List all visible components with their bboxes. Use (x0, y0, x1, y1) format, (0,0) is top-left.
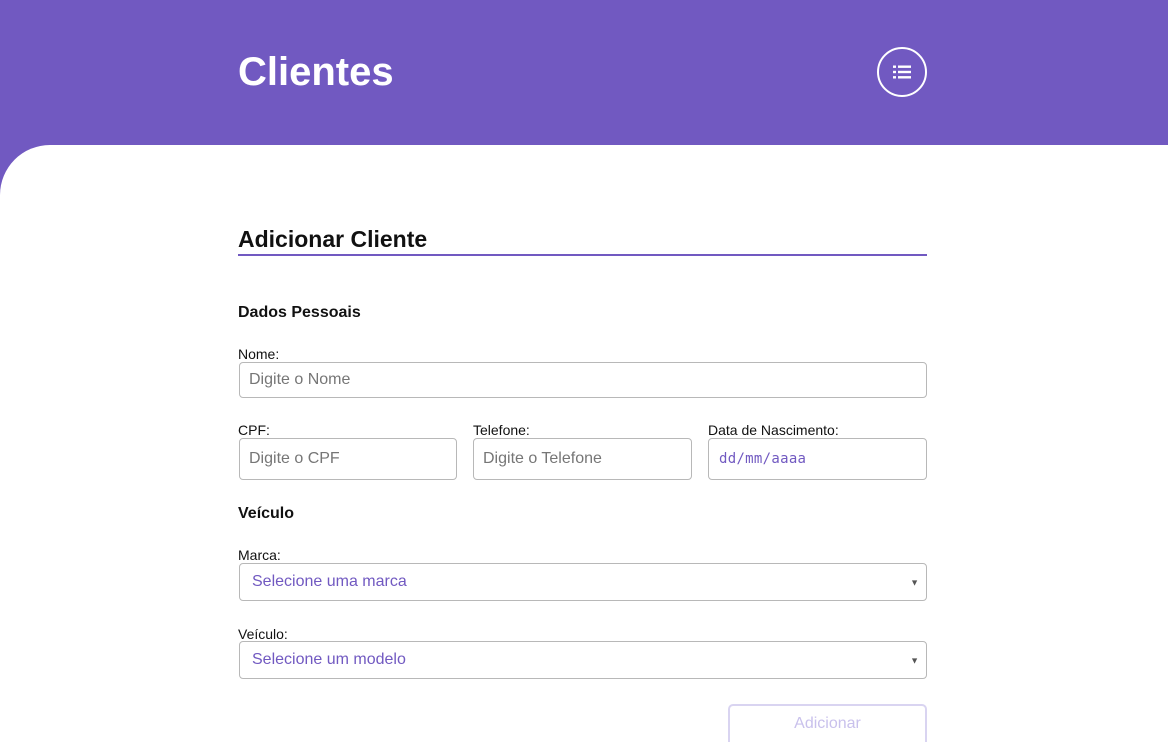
chevron-down-icon: ▼ (910, 655, 919, 666)
model-label: Veículo: (238, 626, 288, 642)
list-icon (893, 65, 911, 79)
add-client-button[interactable]: Adicionar (728, 704, 927, 742)
header: Clientes (0, 0, 1168, 145)
form-title: Adicionar Cliente (238, 225, 927, 256)
model-select-value: Selecione um modelo (252, 651, 406, 668)
page-title: Clientes (238, 50, 394, 94)
model-select[interactable]: Selecione um modelo ▼ (239, 641, 927, 679)
personal-data-heading: Dados Pessoais (238, 304, 361, 321)
birth-date-placeholder: dd/mm/aaaa (719, 451, 807, 467)
main-content: Adicionar Cliente Dados Pessoais Nome: C… (0, 145, 1168, 742)
list-clients-button[interactable] (877, 47, 927, 97)
brand-select[interactable]: Selecione uma marca ▼ (239, 563, 927, 601)
phone-label: Telefone: (473, 422, 530, 438)
chevron-down-icon: ▼ (910, 577, 919, 588)
phone-input[interactable] (473, 438, 692, 480)
vehicle-heading: Veículo (238, 505, 295, 522)
brand-label: Marca: (238, 547, 281, 563)
clients-page: Clientes Adicionar Cliente Dados Pessoai… (0, 0, 1168, 742)
birth-date-input[interactable]: dd/mm/aaaa (708, 438, 927, 480)
brand-select-value: Selecione uma marca (252, 573, 407, 590)
birth-date-label: Data de Nascimento: (708, 422, 839, 438)
name-label: Nome: (238, 346, 280, 362)
cpf-label: CPF: (238, 422, 270, 438)
cpf-input[interactable] (239, 438, 457, 480)
name-input[interactable] (239, 362, 927, 398)
